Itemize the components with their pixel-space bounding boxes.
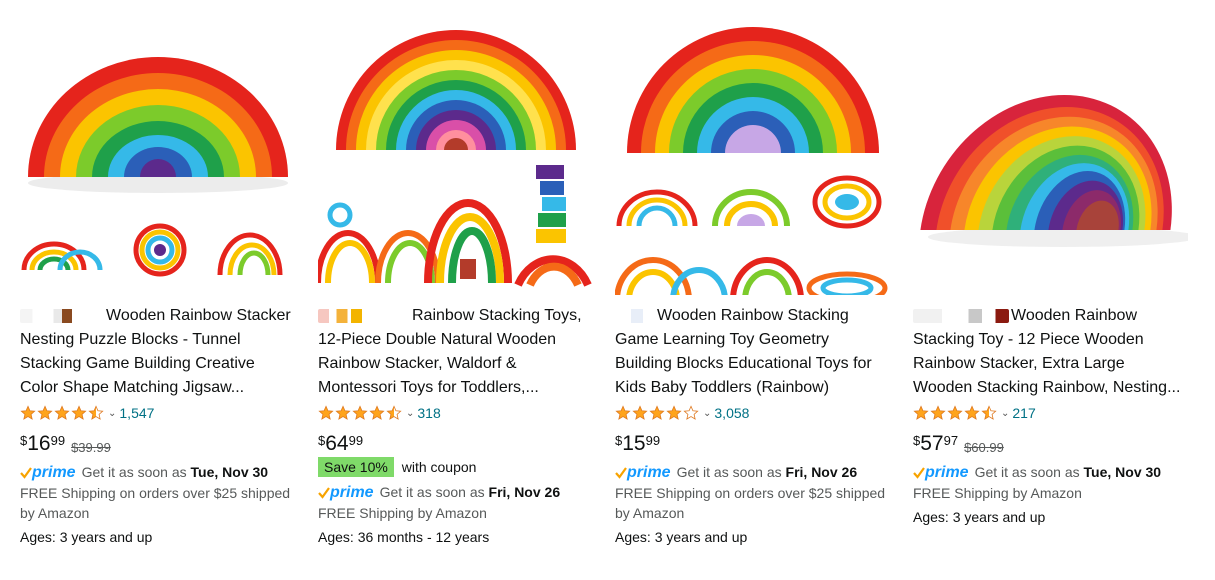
- price-3[interactable]: $ 15 99: [615, 430, 660, 458]
- brand-redaction: [913, 308, 1009, 323]
- check-icon: [318, 487, 330, 500]
- price-fraction: 99: [348, 433, 364, 448]
- star-rating: [20, 405, 105, 421]
- brand-redaction: [615, 308, 655, 323]
- product-card-4: Wooden Rainbow Stacking Toy - 12 Piece W…: [913, 0, 1203, 580]
- star-icon: [335, 405, 351, 420]
- price-fraction: 99: [645, 433, 661, 448]
- star-icon: [37, 405, 53, 420]
- ages-line: Ages: 36 months - 12 years: [318, 529, 490, 545]
- shipping-line: FREE Shipping by Amazon: [318, 505, 487, 521]
- delivery-line: prime Get it as soon as Tue, Nov 30: [913, 462, 1161, 483]
- rating-count-link[interactable]: 1,547: [119, 405, 154, 421]
- product-title-2[interactable]: Rainbow Stacking Toys, 12-Piece Double N…: [318, 304, 593, 400]
- star-icon: [913, 405, 929, 420]
- star-icon: [683, 405, 699, 420]
- list-price: $39.99: [71, 440, 111, 455]
- price-whole: 57: [920, 432, 944, 455]
- star-icon: [88, 405, 104, 420]
- ages-line: Ages: 3 years and up: [20, 529, 153, 545]
- price-2[interactable]: $ 64 99: [318, 430, 363, 458]
- coupon-text: with coupon: [401, 459, 477, 475]
- price-4[interactable]: $ 57 97 $60.99: [913, 430, 1004, 458]
- price-whole: 15: [622, 432, 646, 455]
- shipping-line: FREE Shipping on orders over $25 shipped: [615, 485, 886, 501]
- price-whole: 64: [325, 432, 349, 455]
- star-icon: [649, 405, 665, 420]
- star-icon: [386, 405, 402, 420]
- price-symbol: $: [318, 433, 326, 448]
- product-card-2: Rainbow Stacking Toys, 12-Piece Double N…: [318, 0, 608, 580]
- star-icon: [615, 405, 631, 420]
- product-title-1[interactable]: Wooden Rainbow Stacker Nesting Puzzle Bl…: [20, 304, 295, 400]
- rainbow-stacker-image: [318, 15, 593, 295]
- ages-line: Ages: 3 years and up: [615, 529, 748, 545]
- shipping-by-line: by Amazon: [615, 505, 685, 521]
- star-icon: [666, 405, 682, 420]
- rating-4[interactable]: ⌄ 217: [913, 403, 1036, 423]
- check-icon: [615, 467, 627, 480]
- prime-logo: prime: [615, 463, 671, 483]
- check-icon: [913, 467, 925, 480]
- star-icon: [930, 405, 946, 420]
- rating-count-link[interactable]: 3,058: [714, 405, 749, 421]
- star-icon: [369, 405, 385, 420]
- rating-count-link[interactable]: 217: [1012, 405, 1035, 421]
- ages-line: Ages: 3 years and up: [913, 509, 1046, 525]
- prime-logo: prime: [913, 463, 969, 483]
- rainbow-stacker-image: [20, 15, 295, 295]
- star-icon: [352, 405, 368, 420]
- star-rating: [913, 405, 998, 421]
- prime-logo: prime: [318, 483, 374, 503]
- star-icon: [318, 405, 334, 420]
- product-image-2[interactable]: [318, 15, 593, 295]
- check-icon: [20, 467, 32, 480]
- delivery-line: prime Get it as soon as Fri, Nov 26: [615, 462, 857, 483]
- brand-redaction: [20, 308, 104, 323]
- product-card-3: Wooden Rainbow Stacking Game Learning To…: [615, 0, 905, 580]
- price-whole: 16: [27, 432, 51, 455]
- rainbow-stacker-image: [913, 15, 1188, 295]
- star-icon: [71, 405, 87, 420]
- star-rating: [615, 405, 700, 421]
- coupon-line[interactable]: Save 10% with coupon: [318, 457, 476, 477]
- product-title-3[interactable]: Wooden Rainbow Stacking Game Learning To…: [615, 304, 890, 400]
- chevron-down-icon[interactable]: ⌄: [703, 408, 711, 419]
- price-fraction: 99: [50, 433, 66, 448]
- price-fraction: 97: [943, 433, 959, 448]
- chevron-down-icon[interactable]: ⌄: [108, 408, 116, 419]
- rating-count-link[interactable]: 318: [417, 405, 440, 421]
- delivery-line: prime Get it as soon as Fri, Nov 26: [318, 482, 560, 503]
- prime-logo: prime: [20, 463, 76, 483]
- star-rating: [318, 405, 403, 421]
- price-1[interactable]: $ 16 99 $39.99: [20, 430, 111, 458]
- chevron-down-icon[interactable]: ⌄: [1001, 408, 1009, 419]
- product-card-1: Wooden Rainbow Stacker Nesting Puzzle Bl…: [20, 0, 310, 580]
- price-symbol: $: [913, 433, 921, 448]
- rainbow-stacker-image: [615, 15, 890, 295]
- star-icon: [947, 405, 963, 420]
- shipping-by-line: by Amazon: [20, 505, 90, 521]
- delivery-line: prime Get it as soon as Tue, Nov 30: [20, 462, 268, 483]
- price-symbol: $: [615, 433, 623, 448]
- star-icon: [632, 405, 648, 420]
- shipping-line: FREE Shipping by Amazon: [913, 485, 1082, 501]
- rating-2[interactable]: ⌄ 318: [318, 403, 441, 423]
- product-title-4[interactable]: Wooden Rainbow Stacking Toy - 12 Piece W…: [913, 304, 1188, 400]
- price-symbol: $: [20, 433, 28, 448]
- rating-1[interactable]: ⌄ 1,547: [20, 403, 154, 423]
- star-icon: [964, 405, 980, 420]
- product-image-1[interactable]: [20, 15, 295, 295]
- list-price: $60.99: [964, 440, 1004, 455]
- brand-redaction: [318, 308, 410, 323]
- product-image-3[interactable]: [615, 15, 890, 295]
- product-image-4[interactable]: [913, 15, 1188, 295]
- rating-3[interactable]: ⌄ 3,058: [615, 403, 749, 423]
- star-icon: [981, 405, 997, 420]
- chevron-down-icon[interactable]: ⌄: [406, 408, 414, 419]
- shipping-line: FREE Shipping on orders over $25 shipped: [20, 485, 291, 501]
- coupon-badge[interactable]: Save 10%: [318, 457, 394, 477]
- star-icon: [20, 405, 36, 420]
- star-icon: [54, 405, 70, 420]
